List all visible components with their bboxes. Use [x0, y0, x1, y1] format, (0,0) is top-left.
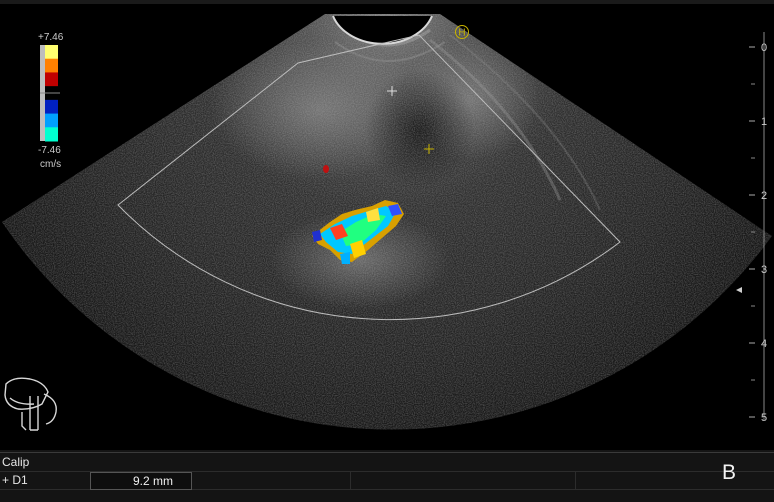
depth-pointer-icon[interactable] [736, 287, 742, 293]
scale-max-label: +7.46 [38, 32, 64, 43]
color-scale-cell [45, 99, 58, 115]
measurement-value-box: 9.2 mm [90, 472, 192, 490]
scale-unit-label: cm/s [40, 159, 61, 170]
measurement-value: 9.2 mm [132, 474, 173, 488]
color-scale-cell [45, 72, 58, 87]
ultrasound-viewport: H +7.46 -7.46 cm/s 0 1 2 3 4 5 [0, 0, 774, 452]
measurement-label: + D1 [2, 473, 28, 487]
depth-label: 2 [761, 190, 767, 202]
depth-label: 3 [761, 264, 767, 276]
depth-label: 5 [761, 412, 767, 424]
measurement-panel-title: Calip [2, 455, 30, 469]
measurement-name: D1 [12, 473, 28, 487]
row-separator [575, 472, 576, 489]
scale-min-label: -7.46 [38, 145, 61, 156]
color-scale-cell [45, 113, 58, 128]
depth-label: 0 [761, 42, 767, 54]
anatomy-pictogram-icon [4, 377, 57, 431]
header-strip [0, 0, 774, 4]
color-velocity-scale: +7.46 -7.46 cm/s [38, 32, 64, 170]
color-scale-cell [45, 58, 58, 73]
measurement-panel: Calip + D1 9.2 mm B [0, 452, 774, 502]
depth-label: 1 [761, 116, 767, 128]
panel-letter: B [722, 461, 737, 484]
color-scale-cell [45, 45, 58, 60]
svg-text:H: H [458, 28, 465, 39]
depth-label: 4 [761, 338, 767, 350]
color-scale-cell [45, 127, 58, 142]
measurement-marker: + [2, 473, 10, 487]
row-separator [350, 472, 351, 489]
measurement-row[interactable]: + D1 9.2 mm [0, 471, 774, 490]
